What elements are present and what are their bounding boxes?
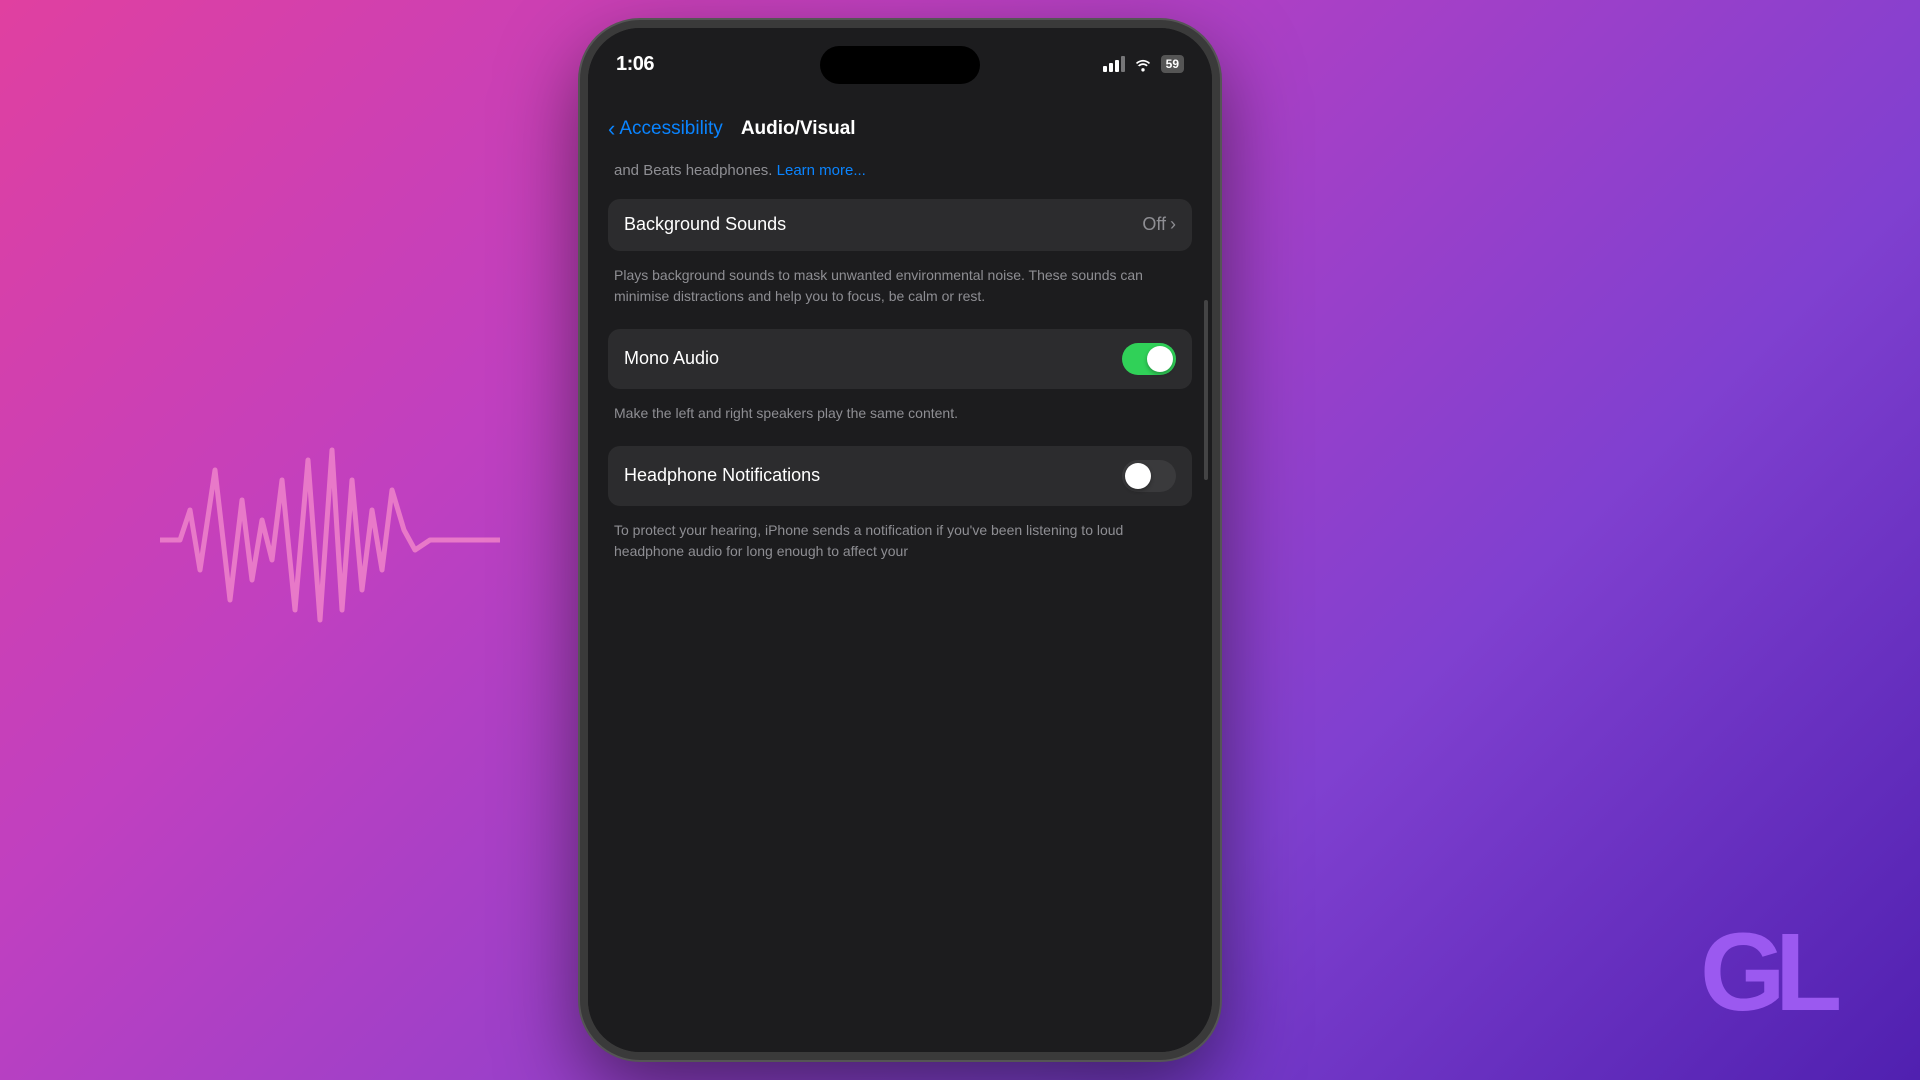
headphone-notifications-toggle[interactable] [1122,460,1176,492]
top-description: and Beats headphones. Learn more... [608,154,1192,199]
mono-audio-description: Make the left and right speakers play th… [608,397,1192,438]
mono-audio-label: Mono Audio [624,348,719,369]
side-button-volume-up [580,248,582,318]
status-time: 1:06 [616,53,654,76]
side-button-power [1218,288,1220,388]
mono-audio-toggle[interactable] [1122,343,1176,375]
scrollbar [1204,300,1208,480]
toggle-knob-2 [1125,463,1151,489]
background-sounds-description: Plays background sounds to mask unwanted… [608,259,1192,321]
waveform-icon [160,420,500,660]
side-button-mute [580,188,582,228]
page-title: Audio/Visual [741,118,856,140]
headphone-notifications-row[interactable]: Headphone Notifications [608,446,1192,506]
svg-text:G: G [1700,911,1786,1030]
headphone-notifications-card: Headphone Notifications [608,446,1192,506]
headphone-notifications-label: Headphone Notifications [624,465,820,486]
toggle-knob [1147,346,1173,372]
nav-bar: ‹ Accessibility Audio/Visual [588,100,1212,154]
headphone-notifications-description: To protect your hearing, iPhone sends a … [608,514,1192,576]
status-icons: 59 [1103,55,1184,73]
learn-more-link[interactable]: Learn more... [777,162,866,179]
side-button-volume-down [580,338,582,408]
battery-icon: 59 [1161,55,1184,73]
background-sounds-card: Background Sounds Off › [608,199,1192,251]
background-sounds-row[interactable]: Background Sounds Off › [608,199,1192,251]
svg-text:L: L [1775,911,1842,1030]
gt-logo: G L [1700,910,1860,1030]
background-sounds-value: Off › [1142,214,1176,235]
back-chevron-icon: ‹ [608,116,615,142]
background-sounds-label: Background Sounds [624,214,786,235]
mono-audio-card: Mono Audio [608,329,1192,389]
content-area: and Beats headphones. Learn more... Back… [588,154,1212,576]
phone-frame: 1:06 59 ‹ Accessibility Audio/Visual [580,20,1220,1060]
back-button[interactable]: ‹ Accessibility [608,116,723,142]
wifi-icon [1133,56,1153,72]
mono-audio-row[interactable]: Mono Audio [608,329,1192,389]
screen-content: ‹ Accessibility Audio/Visual and Beats h… [588,100,1212,1052]
dynamic-island [820,46,980,84]
background-sounds-chevron-icon: › [1170,214,1176,235]
signal-icon [1103,56,1125,72]
